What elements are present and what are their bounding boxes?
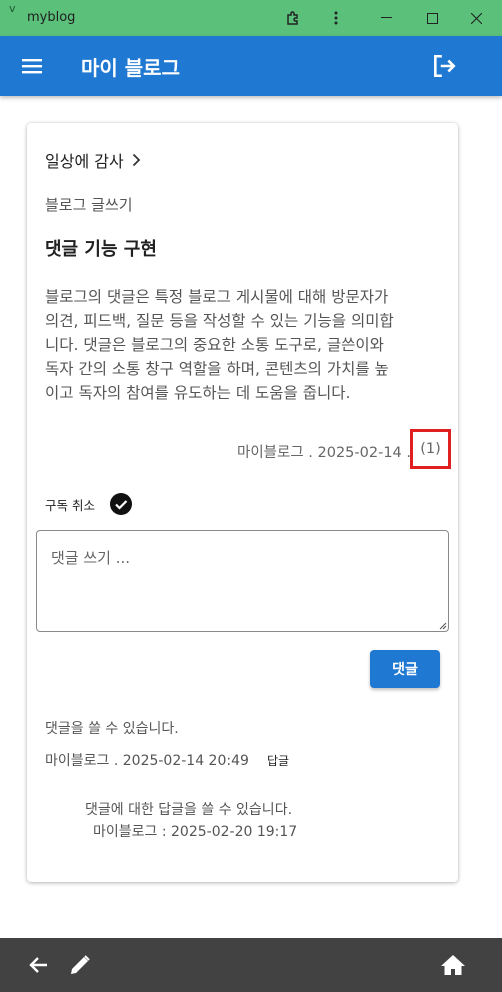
minimize-button[interactable] (366, 0, 406, 36)
post-body-line: 블로그의 댓글은 특정 블로그 게시물에 대해 방문자가 (45, 288, 389, 306)
arrow-back-icon[interactable] (27, 953, 51, 977)
pencil-icon[interactable] (68, 953, 92, 977)
comment-meta: 마이블로그 . 2025-02-14 20:49 (45, 753, 249, 769)
window-title: myblog (27, 10, 76, 25)
post-body-line: 이고 독자의 참여를 유도하는 데 도움을 줍니다. (45, 384, 351, 402)
check-circle-icon[interactable] (109, 493, 132, 515)
maximize-button[interactable] (412, 0, 452, 36)
reply-text: 댓글에 대한 답글을 쓸 수 있습니다. (85, 802, 293, 818)
app-title: 마이 블로그 (81, 56, 180, 80)
post-body-line: 니다. 댓글은 블로그의 중요한 소통 도구로, 글쓴이와 (45, 336, 384, 354)
post-card: 일상에 감사 블로그 글쓰기 댓글 기능 구현 블로그의 댓글은 특정 블로그 … (27, 123, 458, 882)
submit-comment-button[interactable]: 댓글 (370, 650, 440, 688)
post-meta: 마이블로그 . 2025-02-14 . (236, 445, 411, 461)
reply-button[interactable]: 답글 (267, 752, 289, 769)
more-vert-icon[interactable] (316, 0, 356, 36)
comment-text: 댓글을 쓸 수 있습니다. (45, 721, 179, 737)
post-body-line: 독자 간의 소통 창구 역할을 하며, 콘텐츠의 가치를 높 (45, 360, 389, 378)
subscribe-toggle[interactable]: 구독 취소 (45, 493, 132, 515)
post-body: 블로그의 댓글은 특정 블로그 게시물에 대해 방문자가 의견, 피드백, 질문… (45, 285, 445, 405)
logout-icon[interactable] (431, 53, 457, 79)
extension-icon[interactable] (273, 0, 313, 36)
post-body-line: 의견, 피드백, 질문 등을 작성할 수 있는 기능을 의미합 (45, 312, 394, 330)
reply-meta: 마이블로그 : 2025-02-20 19:17 (93, 824, 298, 840)
home-icon[interactable] (440, 953, 466, 977)
app-icon: v (9, 2, 16, 15)
comment-count: (1) (410, 429, 451, 469)
bottom-bar (0, 938, 502, 992)
category-label: 일상에 감사 (45, 152, 124, 171)
menu-icon[interactable] (20, 54, 44, 78)
app-bar: 마이 블로그 (0, 36, 502, 96)
window-titlebar: v myblog (0, 0, 502, 36)
close-button[interactable] (456, 0, 496, 36)
category-link[interactable]: 일상에 감사 (45, 148, 141, 172)
subscribe-label: 구독 취소 (45, 497, 95, 513)
post-title: 댓글 기능 구현 (45, 239, 157, 260)
resize-grip-icon[interactable] (439, 622, 447, 630)
board-name: 블로그 글쓰기 (45, 196, 133, 214)
comment-input[interactable] (36, 530, 449, 632)
chevron-right-icon (132, 153, 140, 167)
